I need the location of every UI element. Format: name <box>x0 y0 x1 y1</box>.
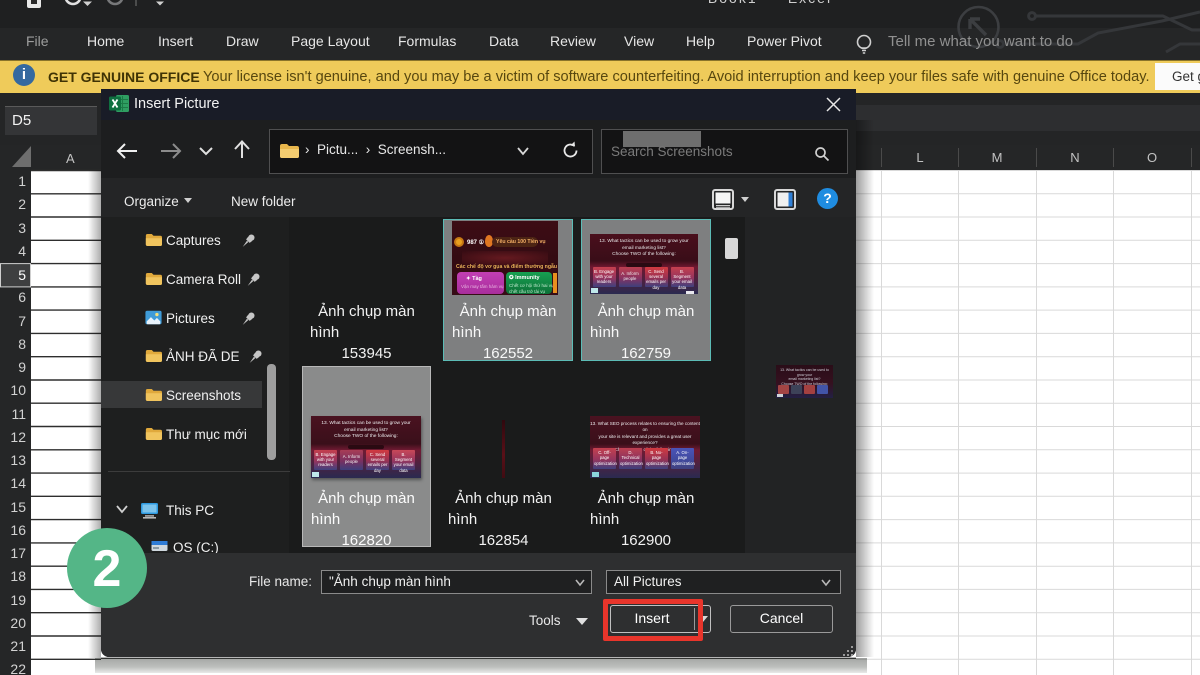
svg-text:17: 17 <box>10 545 26 561</box>
svg-text:2: 2 <box>18 196 26 212</box>
svg-text:M: M <box>992 150 1003 165</box>
svg-text:3: 3 <box>18 220 26 236</box>
svg-text:22: 22 <box>10 661 26 675</box>
svg-text:9: 9 <box>18 359 26 375</box>
svg-text:L: L <box>916 150 923 165</box>
svg-text:16: 16 <box>10 522 26 538</box>
svg-text:8: 8 <box>18 336 26 352</box>
svg-text:20: 20 <box>10 615 26 631</box>
svg-text:10: 10 <box>10 382 26 398</box>
svg-text:14: 14 <box>10 475 26 491</box>
svg-text:12: 12 <box>10 429 26 445</box>
svg-text:7: 7 <box>18 313 26 329</box>
svg-text:11: 11 <box>11 406 26 422</box>
svg-text:N: N <box>1070 150 1079 165</box>
svg-text:6: 6 <box>18 289 26 305</box>
svg-text:21: 21 <box>10 638 26 654</box>
svg-text:1: 1 <box>18 173 26 189</box>
svg-text:4: 4 <box>18 243 26 259</box>
svg-text:O: O <box>1147 150 1157 165</box>
svg-text:15: 15 <box>10 499 26 515</box>
svg-text:18: 18 <box>10 568 26 584</box>
svg-text:13: 13 <box>10 452 26 468</box>
svg-text:5: 5 <box>18 267 26 283</box>
svg-text:19: 19 <box>10 592 26 608</box>
